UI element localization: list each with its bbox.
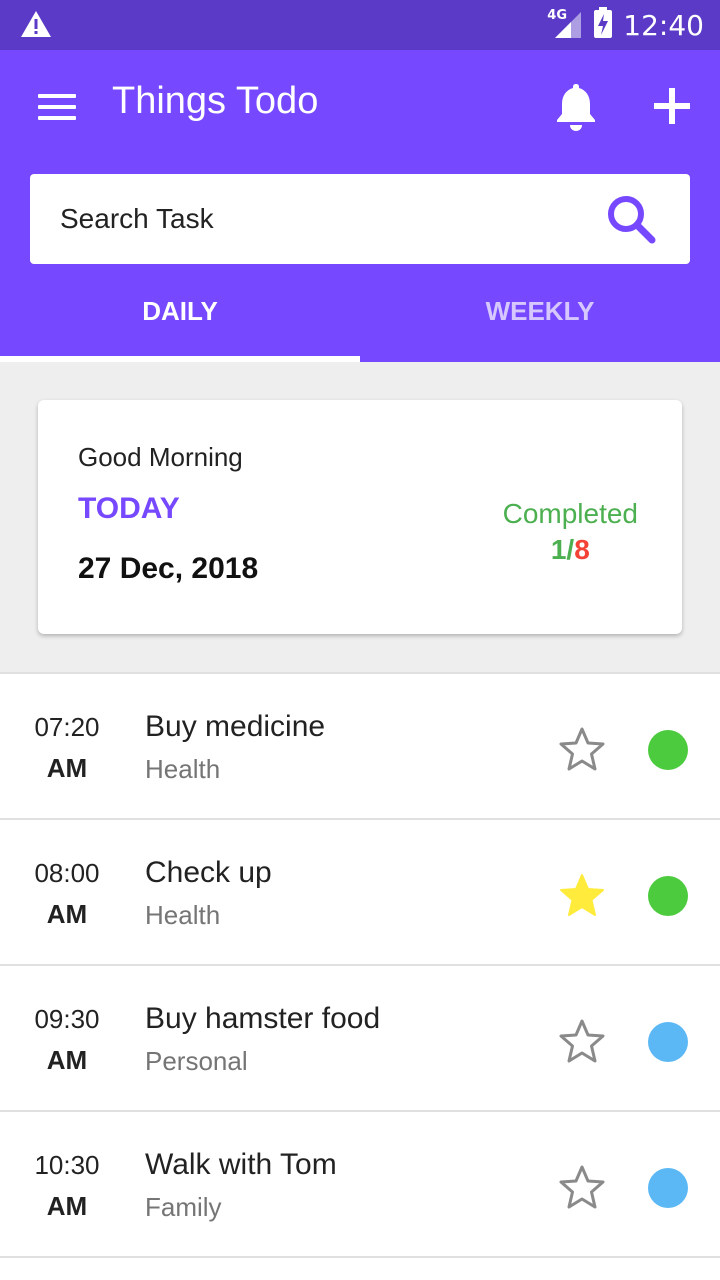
star-outline-icon[interactable] xyxy=(558,726,606,772)
task-row[interactable]: 08:00 AM Check up Health xyxy=(0,820,720,966)
task-time: 10:30 AM xyxy=(18,1150,116,1222)
today-label: TODAY xyxy=(78,492,180,525)
star-outline-icon[interactable] xyxy=(558,1018,606,1064)
task-title: Buy hamster food xyxy=(145,1002,381,1035)
task-time-value: 08:00 xyxy=(34,858,100,888)
task-category: Health xyxy=(145,754,221,784)
completed-done: 1 xyxy=(550,534,567,565)
task-category: Health xyxy=(145,900,221,930)
summary-card: Good Morning TODAY 27 Dec, 2018 Complete… xyxy=(38,400,682,634)
status-bar: 4G 12:40 xyxy=(0,0,720,50)
date-text: 27 Dec, 2018 xyxy=(78,552,259,585)
task-row[interactable]: 10:30 AM Walk with Tom Family xyxy=(0,1112,720,1258)
task-category: Family xyxy=(145,1192,222,1222)
add-icon[interactable] xyxy=(650,84,694,128)
task-title: Buy medicine xyxy=(145,710,326,743)
tab-daily-label: DAILY xyxy=(142,296,218,326)
tab-daily[interactable]: DAILY xyxy=(0,278,360,362)
network-type: 4G xyxy=(547,8,568,23)
completed-count: 1/8 xyxy=(503,534,638,566)
task-time-ampm: AM xyxy=(46,753,88,783)
warning-icon xyxy=(20,10,52,42)
search-box xyxy=(30,174,690,264)
star-filled-icon[interactable] xyxy=(558,872,606,918)
search-input[interactable] xyxy=(60,196,600,242)
task-time-ampm: AM xyxy=(46,1045,88,1075)
category-color-dot xyxy=(648,1022,688,1062)
tab-weekly-label: WEEKLY xyxy=(485,296,595,326)
task-list: 07:20 AM Buy medicine Health 08:00 AM Ch… xyxy=(0,672,720,1280)
task-row[interactable]: 09:30 AM Buy hamster food Personal xyxy=(0,966,720,1112)
task-category: Personal xyxy=(145,1046,248,1076)
task-time-value: 09:30 xyxy=(34,1004,100,1034)
task-time-ampm: AM xyxy=(46,899,88,929)
task-time-value: 07:20 xyxy=(34,712,100,742)
task-title: Check up xyxy=(145,856,272,889)
greeting-text: Good Morning xyxy=(78,442,243,472)
category-color-dot xyxy=(648,730,688,770)
status-time: 12:40 xyxy=(623,8,704,42)
tab-weekly[interactable]: WEEKLY xyxy=(360,278,720,362)
completed-summary: Completed 1/8 xyxy=(503,498,638,566)
category-color-dot xyxy=(648,1168,688,1208)
task-time: 07:20 AM xyxy=(18,712,116,784)
task-time: 08:00 AM xyxy=(18,858,116,930)
bell-icon[interactable] xyxy=(552,80,600,132)
task-title: Walk with Tom xyxy=(145,1148,337,1181)
search-icon[interactable] xyxy=(604,192,660,248)
app-bar: Things Todo DAILY WEEKLY xyxy=(0,50,720,362)
app-title: Things Todo xyxy=(112,80,319,122)
task-time-value: 10:30 xyxy=(34,1150,100,1180)
battery-charging-icon xyxy=(593,7,613,43)
completed-total: 8 xyxy=(574,534,590,565)
task-row[interactable]: 07:20 AM Buy medicine Health xyxy=(0,674,720,820)
task-time: 09:30 AM xyxy=(18,1004,116,1076)
category-color-dot xyxy=(648,876,688,916)
signal-icon: 4G xyxy=(547,8,583,40)
task-time-ampm: AM xyxy=(46,1191,88,1221)
tab-indicator xyxy=(0,356,360,362)
star-outline-icon[interactable] xyxy=(558,1164,606,1210)
completed-label: Completed xyxy=(502,498,638,529)
menu-icon[interactable] xyxy=(38,94,76,122)
